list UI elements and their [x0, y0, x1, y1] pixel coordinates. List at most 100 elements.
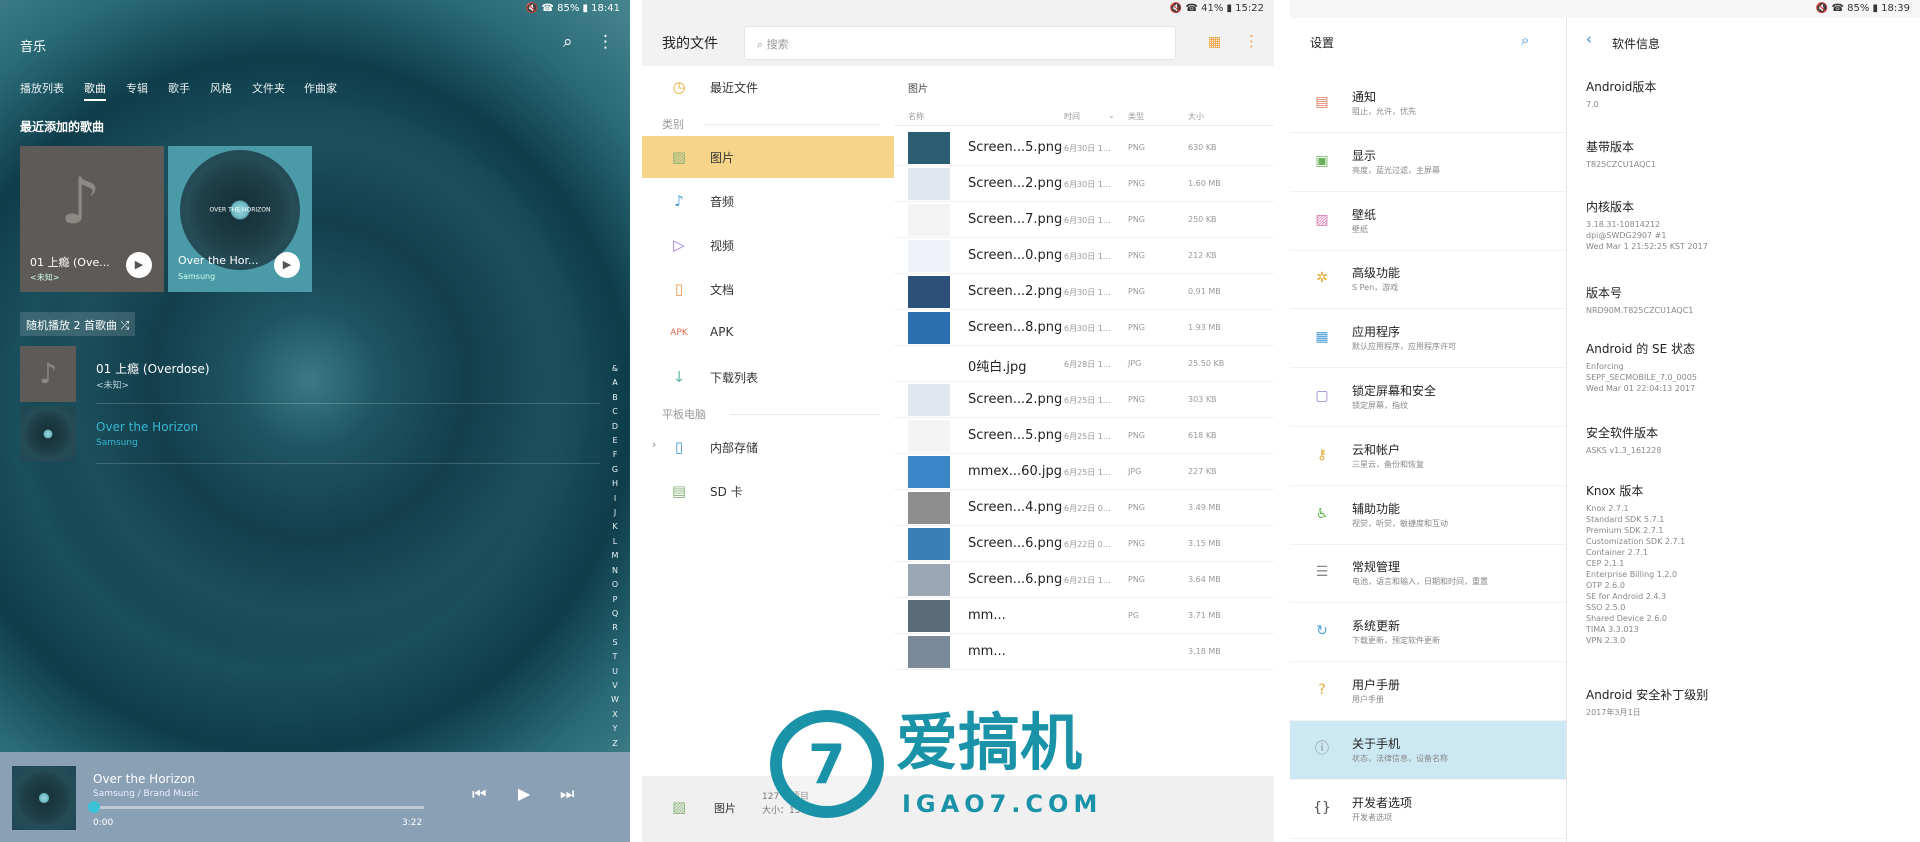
alpha-index-letter[interactable]: J — [608, 506, 622, 520]
settings-item[interactable]: ⓘ 关于手机 状态，法律信息，设备名称 — [1290, 720, 1566, 780]
mini-player[interactable]: Over the Horizon Samsung / Brand Music 0… — [0, 752, 630, 842]
alpha-index-letter[interactable]: K — [608, 520, 622, 534]
search-input[interactable]: ⌕ 搜索 — [744, 26, 1176, 60]
progress-bar[interactable] — [94, 806, 424, 809]
alpha-index-letter[interactable]: S — [608, 636, 622, 650]
header-size[interactable]: 大小 — [1188, 111, 1204, 122]
sidebar-item-video[interactable]: ▷ 视频 — [642, 224, 894, 266]
sidebar-item-downloads[interactable]: ↓ 下载列表 — [642, 356, 894, 398]
alpha-index-letter[interactable]: & — [608, 362, 622, 376]
tab-folders[interactable]: 文件夹 — [252, 80, 285, 96]
album-card[interactable]: ♪ 01 上瘾 (Ove... <未知> ▶ — [20, 146, 164, 292]
sidebar-item-apk[interactable]: APK APK — [642, 312, 894, 354]
tab-songs[interactable]: 歌曲 — [84, 80, 106, 101]
alpha-index-letter[interactable]: G — [608, 463, 622, 477]
search-icon[interactable]: ⌕ — [563, 32, 573, 52]
alpha-index-letter[interactable]: D — [608, 420, 622, 434]
alpha-index-letter[interactable]: C — [608, 405, 622, 419]
previous-icon[interactable]: ⏮ — [472, 784, 486, 804]
play-icon[interactable]: ▶ — [518, 784, 530, 803]
sort-chevron-icon[interactable]: ⌄ — [1108, 111, 1115, 120]
sidebar-item-recent[interactable]: ◷ 最近文件 — [642, 66, 894, 108]
song-row[interactable]: Over the Horizon Samsung — [20, 406, 600, 464]
play-icon[interactable]: ▶ — [126, 252, 152, 278]
tab-genres[interactable]: 风格 — [210, 80, 232, 96]
table-row[interactable]: Screen...5.png 6月30日 1... PNG 630 KB — [894, 130, 1274, 166]
more-options-icon[interactable]: ⋮ — [1244, 32, 1259, 50]
grid-view-icon[interactable]: ▦ — [1208, 34, 1221, 50]
alpha-index-letter[interactable]: R — [608, 621, 622, 635]
alpha-index-letter[interactable]: T — [608, 650, 622, 664]
settings-item[interactable]: ▢ 锁定屏幕和安全 锁定屏幕，指纹 — [1290, 368, 1566, 427]
table-row[interactable]: Screen...5.png 6月25日 1... PNG 618 KB — [894, 418, 1274, 454]
info-entry[interactable]: Android版本 7.0 — [1586, 78, 1886, 110]
settings-item[interactable]: ▨ 壁纸 壁纸 — [1290, 192, 1566, 251]
settings-item[interactable]: ✲ 高级功能 S Pen，游戏 — [1290, 250, 1566, 310]
table-row[interactable]: Screen...6.png 6月21日 1... PNG 3.64 MB — [894, 562, 1274, 598]
tab-playlists[interactable]: 播放列表 — [20, 80, 64, 96]
settings-item[interactable]: ↻ 系统更新 下载更新，预定软件更新 — [1290, 603, 1566, 663]
alpha-index-letter[interactable]: Y — [608, 722, 622, 736]
info-entry[interactable]: 版本号 NRD90M.T825CZCU1AQC1 — [1586, 284, 1886, 316]
settings-item[interactable]: ⚷ 云和帐户 三星云，备份和恢复 — [1290, 427, 1566, 486]
alpha-index-letter[interactable]: M — [608, 549, 622, 563]
tab-albums[interactable]: 专辑 — [126, 80, 148, 96]
sidebar-item-internal-storage[interactable]: › ▯ 内部存储 — [642, 426, 894, 468]
alphabet-index[interactable]: &ABCDEFGHIJKLMNOPQRSTUVWXYZ# — [608, 362, 622, 765]
alpha-index-letter[interactable]: W — [608, 693, 622, 707]
progress-knob[interactable] — [88, 801, 100, 813]
settings-item[interactable]: ▣ 显示 亮度，蓝光过滤，主屏幕 — [1290, 133, 1566, 192]
sidebar-item-sd-card[interactable]: ▤ SD 卡 — [642, 470, 894, 512]
alpha-index-letter[interactable]: P — [608, 593, 622, 607]
info-entry[interactable]: 基带版本 T825CZCU1AQC1 — [1586, 138, 1886, 170]
shuffle-button[interactable]: 随机播放 2 首歌曲 ⤮ — [20, 312, 136, 336]
info-entry[interactable]: 内核版本 3.18.31-10814212 dpi@SWDG2907 #1 Wed M… — [1586, 198, 1886, 252]
alpha-index-letter[interactable]: I — [608, 492, 622, 506]
alpha-index-letter[interactable]: N — [608, 564, 622, 578]
alpha-index-letter[interactable]: E — [608, 434, 622, 448]
song-row[interactable]: ♪ 01 上瘾 (Overdose) <未知> — [20, 346, 600, 404]
search-icon[interactable]: ⌕ — [1521, 31, 1529, 49]
settings-item[interactable]: {} 开发者选项 开发者选项 — [1290, 780, 1566, 839]
table-row[interactable]: mm... 3.18 MB — [894, 634, 1274, 670]
alpha-index-letter[interactable]: F — [608, 448, 622, 462]
table-row[interactable]: 0纯白.jpg 6月28日 1... JPG 25.50 KB — [894, 346, 1274, 382]
header-time[interactable]: 时间 — [1064, 111, 1080, 122]
more-options-icon[interactable]: ⋮ — [597, 32, 614, 52]
alpha-index-letter[interactable]: X — [608, 708, 622, 722]
alpha-index-letter[interactable]: B — [608, 391, 622, 405]
settings-item[interactable]: ▤ 通知 阻止，允许，优先 — [1290, 74, 1566, 133]
alpha-index-letter[interactable]: V — [608, 679, 622, 693]
back-icon[interactable]: ‹ — [1586, 30, 1592, 48]
info-entry[interactable]: Android 的 SE 状态 Enforcing SEPF_SECMOBILE_7… — [1586, 340, 1886, 394]
alpha-index-letter[interactable]: O — [608, 578, 622, 592]
table-row[interactable]: mm... PG 3.71 MB — [894, 598, 1274, 634]
album-card[interactable]: OVER THE HORIZON Over the Hor... Samsung… — [168, 146, 312, 292]
sidebar-item-images[interactable]: ▨ 图片 — [642, 136, 894, 178]
alpha-index-letter[interactable]: A — [608, 376, 622, 390]
settings-item[interactable]: ? 用户手册 用户手册 — [1290, 662, 1566, 721]
table-row[interactable]: Screen...0.png 6月30日 1... PNG 212 KB — [894, 238, 1274, 274]
settings-item[interactable]: ♿ 辅助功能 视觉，听觉，敏捷度和互动 — [1290, 486, 1566, 545]
header-name[interactable]: 名称 — [908, 111, 924, 122]
play-icon[interactable]: ▶ — [274, 252, 300, 278]
header-type[interactable]: 类型 — [1128, 111, 1144, 122]
settings-item[interactable]: ☰ 常规管理 电池，语言和输入，日期和时间，重置 — [1290, 544, 1566, 604]
sidebar-item-audio[interactable]: ♪ 音频 — [642, 180, 894, 222]
tab-composers[interactable]: 作曲家 — [304, 80, 337, 96]
settings-item[interactable]: ▦ 应用程序 默认应用程序，应用程序许可 — [1290, 309, 1566, 369]
table-row[interactable]: Screen...8.png 6月30日 1... PNG 1.93 MB — [894, 310, 1274, 346]
table-row[interactable]: Screen...2.png 6月30日 1... PNG 1.60 MB — [894, 166, 1274, 202]
info-entry[interactable]: 安全软件版本 ASKS v1.3_161228 — [1586, 424, 1886, 456]
info-entry[interactable]: Knox 版本 Knox 2.7.1 Standard SDK 5.7.1 Premi… — [1586, 482, 1886, 646]
table-row[interactable]: Screen...2.png 6月25日 1... PNG 303 KB — [894, 382, 1274, 418]
table-row[interactable]: Screen...7.png 6月30日 1... PNG 250 KB — [894, 202, 1274, 238]
table-row[interactable]: Screen...2.png 6月30日 1... PNG 0.91 MB — [894, 274, 1274, 310]
alpha-index-letter[interactable]: H — [608, 477, 622, 491]
alpha-index-letter[interactable]: L — [608, 535, 622, 549]
table-row[interactable]: mmex...60.jpg 6月25日 1... JPG 227 KB — [894, 454, 1274, 490]
chevron-right-icon[interactable]: › — [652, 438, 656, 451]
alpha-index-letter[interactable]: U — [608, 665, 622, 679]
alpha-index-letter[interactable]: Q — [608, 607, 622, 621]
sidebar-item-documents[interactable]: ▯ 文档 — [642, 268, 894, 310]
